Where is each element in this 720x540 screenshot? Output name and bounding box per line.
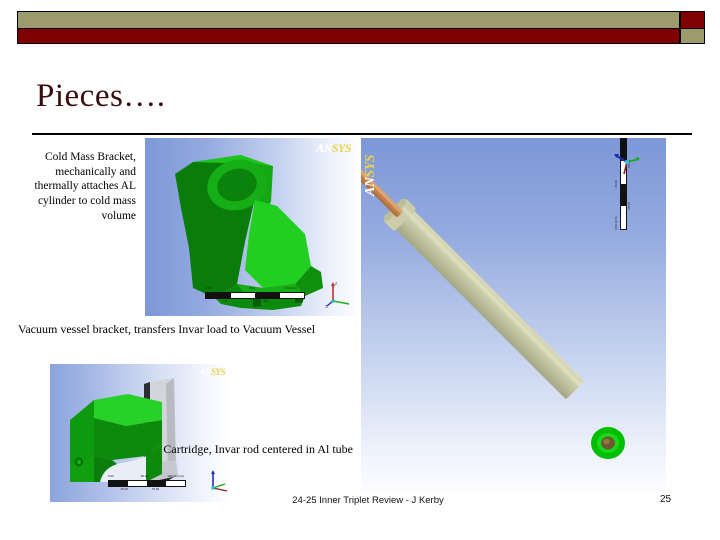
banner-bar-tan <box>17 11 680 29</box>
caption-cartridge: Cartridge, Invar rod centered in Al tube <box>163 442 353 456</box>
svg-text:Z: Z <box>335 281 338 286</box>
scale-bar-track <box>205 292 305 299</box>
ansys-watermark-icon: ANSYS <box>316 141 351 156</box>
scale-bar-lower-labels: 25.00 75.00 <box>120 487 160 491</box>
ansys-watermark-yellow: SYS <box>210 367 226 377</box>
caption-vacuum-vessel-bracket: Vacuum vessel bracket, transfers Invar l… <box>18 322 316 336</box>
page-title: Pieces…. <box>36 78 166 114</box>
ansys-watermark-white: AN <box>199 367 211 377</box>
scale-bar-lower-labels: 7.5 45.0 <box>223 299 269 303</box>
footer-review-label: 24-25 Inner Triplet Review - J Kerby <box>292 495 444 506</box>
ansys-watermark-icon: ANSYS <box>363 155 379 196</box>
scale-bar-vacuum-vessel-bracket: 0.00 50.00 100.00 (mm) 25.00 75.00 <box>108 474 186 493</box>
slide: Pieces…. Cold Mass Bracket, mechanically… <box>0 0 720 540</box>
footer-page-number: 25 <box>660 494 672 505</box>
image-cartridge-rod: ANSYS 0.00 (mm) 15.00 25.00 50.00 <box>361 138 666 493</box>
ansys-watermark-white: AN <box>316 141 332 155</box>
scale-bar-cold-mass-bracket: 1.50 45.0 0.0 (mm) 7.5 45.0 <box>205 286 305 305</box>
axis-triad-icon: Z X <box>325 281 350 309</box>
scale-bar-track <box>108 480 186 487</box>
scale-bar-upper-labels: 1.50 45.0 0.0 (mm) <box>205 286 297 290</box>
banner-bar-red <box>17 28 680 44</box>
image-cold-mass-bracket: ANSYS 1.50 45.0 0.0 (mm) 7.5 45.0 Z X <box>145 138 357 316</box>
axis-triad-icon <box>211 470 228 492</box>
ansys-watermark-icon: ANSYS <box>199 367 225 377</box>
scale-bar-upper-labels: 0.00 50.00 100.00 (mm) <box>108 474 185 478</box>
axis-triad-icon <box>614 154 640 175</box>
banner-square-tan <box>680 28 705 44</box>
svg-text:X: X <box>325 304 328 309</box>
ansys-watermark-yellow: SYS <box>363 154 378 178</box>
ansys-watermark-yellow: SYS <box>331 141 352 155</box>
banner-square-red <box>680 11 705 29</box>
title-divider <box>32 133 692 135</box>
slide-banner <box>17 11 705 44</box>
ansys-watermark-white: AN <box>363 177 378 196</box>
caption-cold-mass-bracket: Cold Mass Bracket, mechanically and ther… <box>34 151 136 222</box>
image-vacuum-vessel-bracket: ANSYS 0.00 50.00 100.00 (mm) 25.00 75.00 <box>50 364 230 502</box>
